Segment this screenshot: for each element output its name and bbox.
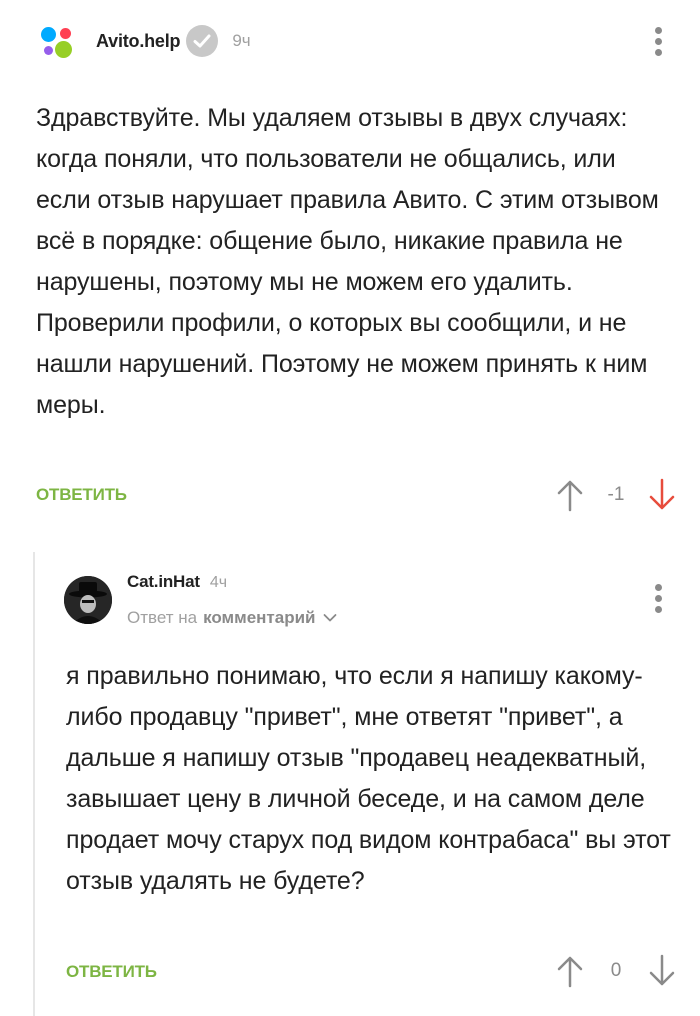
comment-avito-help: Avito.help 9ч Здравствуйте. Мы удаляем о… [0, 0, 700, 540]
author-name[interactable]: Avito.help [96, 31, 181, 52]
avito-logo[interactable] [38, 20, 80, 62]
reply-button[interactable]: ОТВЕТИТЬ [36, 485, 127, 505]
more-vert-icon[interactable] [655, 584, 663, 617]
arrow-up-icon[interactable] [556, 478, 584, 512]
score-value: -1 [607, 484, 625, 505]
reply-to-link[interactable]: Ответ на комментарий [127, 608, 337, 628]
arrow-up-icon[interactable] [556, 954, 584, 988]
chevron-down-icon [323, 608, 337, 628]
comment-text: я правильно понимаю, что если я напишу к… [66, 662, 671, 895]
comment-time: 4ч [209, 574, 228, 591]
comment-cat-inhat: Cat.inHat 4ч Ответ на комментарий я прав… [0, 552, 700, 1016]
reply-to-prefix: Ответ на [127, 608, 198, 627]
reply-to-target: комментарий [203, 608, 316, 627]
reply-button[interactable]: ОТВЕТИТЬ [66, 962, 157, 982]
comment-time: 9ч [232, 31, 251, 50]
comment-text: Здравствуйте. Мы удаляем отзывы в двух с… [36, 104, 659, 419]
comment-header: Cat.inHat 4ч [127, 572, 227, 592]
arrow-down-icon[interactable] [648, 478, 676, 512]
verified-check-icon [186, 25, 219, 57]
comment-header: Avito.help 9ч [38, 20, 251, 62]
author-name[interactable]: Cat.inHat [127, 572, 200, 592]
score-value: 0 [610, 960, 622, 981]
vote-controls: -1 [556, 478, 676, 512]
vote-controls: 0 [556, 954, 676, 988]
arrow-down-icon[interactable] [648, 954, 676, 988]
more-vert-icon[interactable] [655, 27, 663, 60]
avatar[interactable] [64, 576, 112, 624]
